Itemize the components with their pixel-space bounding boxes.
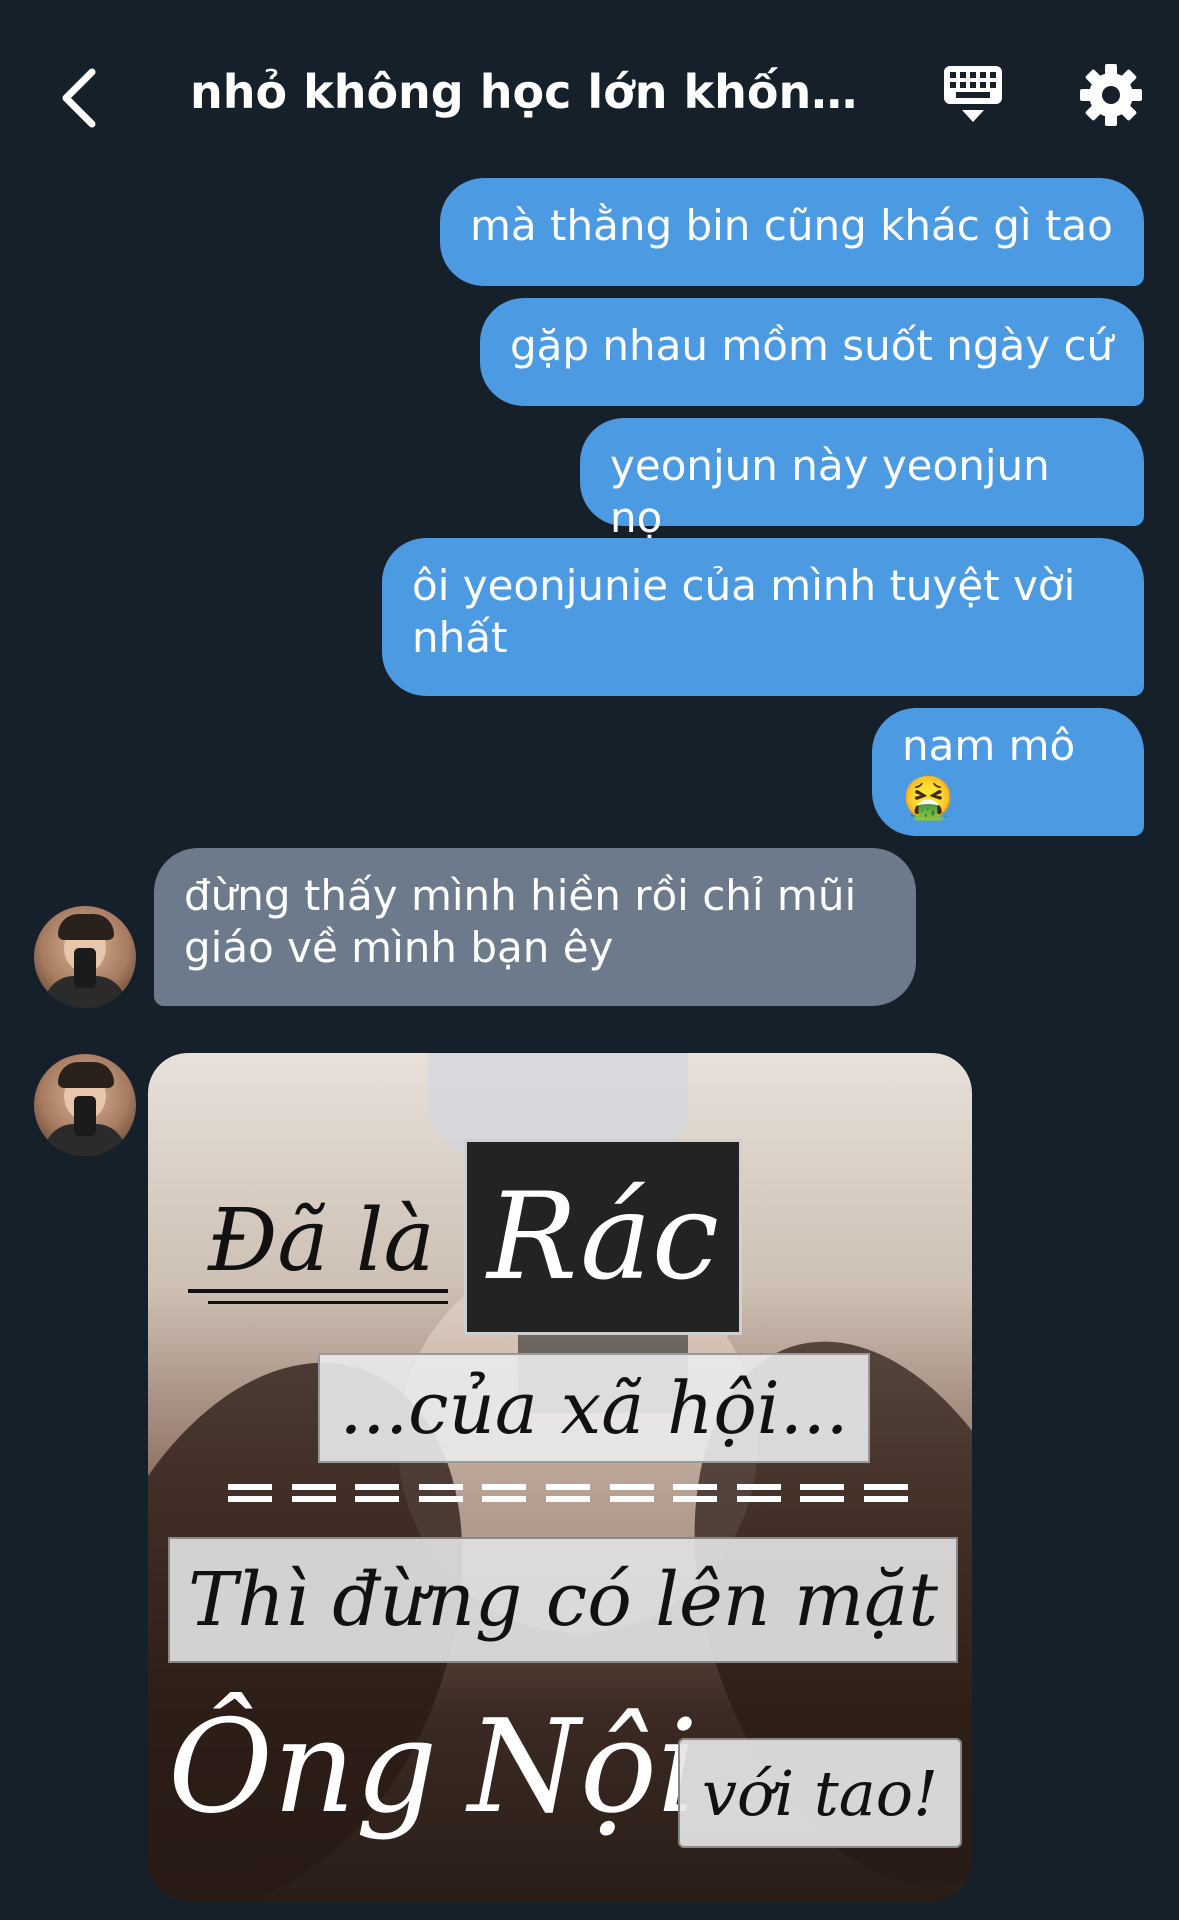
- message-text: gặp nhau mồm suốt ngày cứ: [510, 321, 1114, 370]
- message-text: yeonjun này yeonjun nọ: [610, 441, 1050, 542]
- meme-text: Thì đừng có lên mặt: [188, 1557, 938, 1643]
- meme-image-message[interactable]: Đã là Rác ...của xã hội... Thì đừng có l…: [148, 1053, 972, 1901]
- meme-text: với tao!: [701, 1756, 938, 1830]
- message-bubble-outgoing[interactable]: nam mô🤮: [872, 708, 1144, 836]
- meme-text: Đã là: [208, 1191, 435, 1291]
- message-bubble-outgoing[interactable]: gặp nhau mồm suốt ngày cứ: [480, 298, 1144, 406]
- message-text: nam mô🤮: [902, 721, 1076, 822]
- chat-header: nhỏ không học lớn khốn ...: [0, 0, 1179, 170]
- meme-divider: [228, 1473, 908, 1513]
- settings-button[interactable]: [1078, 62, 1144, 128]
- keyboard-icon: [944, 66, 1002, 122]
- keyboard-button[interactable]: [940, 62, 1006, 128]
- message-bubble-outgoing[interactable]: mà thằng bin cũng khác gì tao: [440, 178, 1144, 286]
- meme-text: Ông: [168, 1693, 438, 1842]
- message-bubble-outgoing[interactable]: ôi yeonjunie của mình tuyệt vời nhất: [382, 538, 1144, 696]
- message-text: đừng thấy mình hiền rồi chỉ mũi giáo về …: [184, 871, 857, 972]
- chevron-left-icon: [62, 68, 96, 128]
- message-text: ôi yeonjunie của mình tuyệt vời nhất: [412, 561, 1076, 662]
- meme-text: ...của xã hội...: [339, 1366, 849, 1450]
- avatar[interactable]: [34, 1054, 136, 1156]
- back-button[interactable]: [38, 58, 118, 138]
- gear-icon: [1080, 64, 1142, 126]
- message-bubble-outgoing[interactable]: yeonjun này yeonjun nọ: [580, 418, 1144, 542]
- avatar[interactable]: [34, 906, 136, 1008]
- meme-text: Nội: [468, 1693, 698, 1842]
- message-bubble-incoming[interactable]: đừng thấy mình hiền rồi chỉ mũi giáo về …: [154, 848, 916, 1006]
- chat-title[interactable]: nhỏ không học lớn khốn ...: [190, 62, 870, 122]
- message-text: mà thằng bin cũng khác gì tao: [470, 201, 1113, 250]
- meme-text: Rác: [487, 1167, 719, 1307]
